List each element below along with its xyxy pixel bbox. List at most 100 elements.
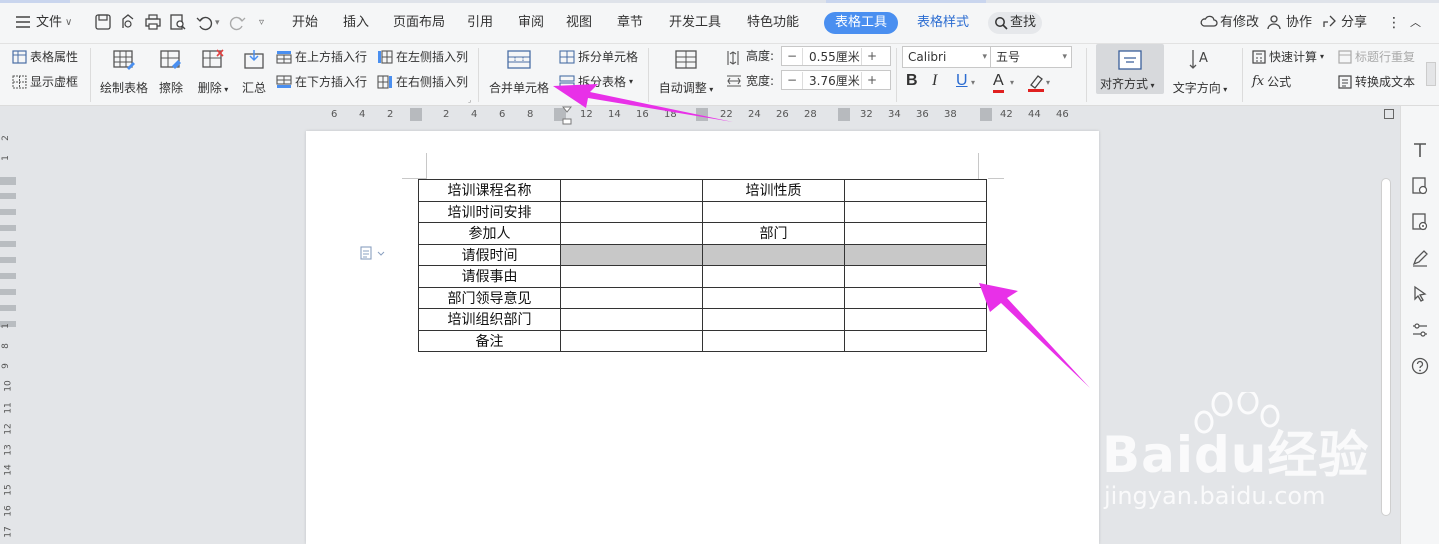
draw-table-button[interactable]: 绘制表格 xyxy=(99,48,149,96)
tab-chapter[interactable]: 章节 xyxy=(617,14,643,32)
table-cell[interactable] xyxy=(560,222,703,245)
table-cell[interactable] xyxy=(560,265,703,288)
formula-button[interactable]: fx 公式 xyxy=(1252,74,1291,90)
increase-width-button[interactable]: + xyxy=(862,73,882,87)
column-width-stepper[interactable]: − 3.76厘米 + xyxy=(781,70,891,90)
alignment-button[interactable]: 对齐方式 ▾ xyxy=(1096,44,1164,94)
text-direction-button[interactable]: A 文字方向 ▾ xyxy=(1170,48,1230,96)
tab-table-tools[interactable]: 表格工具 xyxy=(824,12,898,34)
tab-review[interactable]: 审阅 xyxy=(518,14,544,32)
tab-insert[interactable]: 插入 xyxy=(343,14,369,32)
table-cell[interactable]: 培训时间安排 xyxy=(418,200,561,223)
indent-marker[interactable] xyxy=(561,106,573,125)
insert-row-below-button[interactable]: 在下方插入行 xyxy=(276,74,367,90)
bold-button[interactable]: B xyxy=(906,73,918,89)
table-cell[interactable] xyxy=(702,308,845,331)
ruler-toggle-icon[interactable] xyxy=(1384,109,1394,119)
table-cell[interactable] xyxy=(844,308,987,331)
insert-row-above-button[interactable]: 在上方插入行 xyxy=(276,49,367,65)
chevron-down-icon[interactable]: ▾ xyxy=(971,75,975,91)
adjust-sliders-icon[interactable] xyxy=(1410,320,1430,340)
table-cell[interactable] xyxy=(844,265,987,288)
row-height-stepper[interactable]: − 0.55厘米 + xyxy=(781,46,891,66)
leave-form-table[interactable]: 培训课程名称 培训性质 培训时间安排 参加人 部门 请假时间 请假事由 部门领导意见 培训组织部… xyxy=(418,179,987,352)
quick-calc-button[interactable]: 快速计算 ▾ xyxy=(1252,49,1324,65)
ruler-marker[interactable] xyxy=(410,108,422,121)
print-preview-icon[interactable] xyxy=(169,13,187,31)
undo-icon[interactable] xyxy=(195,13,213,31)
table-cell[interactable] xyxy=(844,222,987,245)
font-name-select[interactable]: Calibri ▾ xyxy=(902,46,992,68)
search-button[interactable]: 查找 xyxy=(988,12,1042,34)
tab-special[interactable]: 特色功能 xyxy=(747,14,799,32)
ruler-marker[interactable] xyxy=(696,108,708,121)
delete-button[interactable]: 删除 ▾ xyxy=(195,48,231,96)
table-cell[interactable] xyxy=(844,243,987,266)
horizontal-ruler[interactable]: 6 4 2 2 4 6 8 12 14 16 18 22 24 26 28 32… xyxy=(0,106,1439,125)
table-cell[interactable] xyxy=(560,329,703,352)
table-cell[interactable] xyxy=(844,286,987,309)
highlight-icon[interactable] xyxy=(1027,73,1045,93)
tab-page-layout[interactable]: 页面布局 xyxy=(393,14,445,32)
help-icon[interactable] xyxy=(1410,356,1430,376)
share-button[interactable]: 分享 xyxy=(1341,14,1367,32)
document-settings-icon[interactable] xyxy=(1410,212,1430,232)
erase-button[interactable]: 擦除 xyxy=(157,48,185,96)
table-cell[interactable]: 请假时间 xyxy=(418,243,561,266)
select-cursor-icon[interactable] xyxy=(1410,284,1430,304)
table-cell[interactable]: 部门 xyxy=(702,222,845,245)
table-cell[interactable]: 培训组织部门 xyxy=(418,308,561,331)
export-icon[interactable] xyxy=(119,13,137,31)
redo-icon[interactable] xyxy=(229,13,247,31)
decrease-height-button[interactable]: − xyxy=(782,49,802,63)
table-cell[interactable] xyxy=(702,286,845,309)
convert-to-text-button[interactable]: 转换成文本 xyxy=(1338,74,1415,90)
tab-reference[interactable]: 引用 xyxy=(467,14,493,32)
table-properties-button[interactable]: 表格属性 xyxy=(12,49,78,65)
summary-button[interactable]: 汇总 xyxy=(240,48,268,96)
table-cell[interactable] xyxy=(560,286,703,309)
column-width-value[interactable]: 3.76厘米 xyxy=(802,71,862,89)
table-cell[interactable] xyxy=(560,243,703,266)
collab-button[interactable]: 协作 xyxy=(1286,14,1312,32)
table-cell[interactable] xyxy=(702,329,845,352)
table-cell[interactable] xyxy=(702,243,845,266)
underline-button[interactable]: U xyxy=(956,73,968,89)
table-cell[interactable] xyxy=(560,200,703,223)
undo-dropdown-icon[interactable]: ▾ xyxy=(215,14,220,32)
paragraph-layout-icon[interactable] xyxy=(360,246,386,260)
table-cell[interactable] xyxy=(702,265,845,288)
insert-column-left-button[interactable]: 在左侧插入列 xyxy=(377,49,468,65)
pen-icon[interactable] xyxy=(1410,248,1430,268)
table-cell[interactable]: 备注 xyxy=(418,329,561,352)
hamburger-menu-icon[interactable] xyxy=(14,13,32,31)
text-style-icon[interactable] xyxy=(1410,140,1430,160)
table-cell[interactable] xyxy=(560,179,703,202)
ruler-marker[interactable] xyxy=(838,108,850,121)
insert-column-right-button[interactable]: 在右侧插入列 xyxy=(377,74,468,90)
tab-view[interactable]: 视图 xyxy=(566,14,592,32)
tab-start[interactable]: 开始 xyxy=(292,14,318,32)
italic-button[interactable]: I xyxy=(932,73,937,89)
save-icon[interactable] xyxy=(94,13,112,31)
repeat-header-button[interactable]: 标题行重复 xyxy=(1338,49,1415,65)
table-cell[interactable]: 培训课程名称 xyxy=(418,179,561,202)
collapse-ribbon-icon[interactable]: ︿ xyxy=(1410,14,1421,32)
font-color-button[interactable]: A xyxy=(993,73,1004,93)
table-cell[interactable]: 部门领导意见 xyxy=(418,286,561,309)
chevron-down-icon[interactable]: ▾ xyxy=(1046,75,1050,91)
table-cell[interactable]: 参加人 xyxy=(418,222,561,245)
table-cell[interactable]: 培训性质 xyxy=(702,179,845,202)
table-cell[interactable] xyxy=(560,308,703,331)
merge-cells-button[interactable]: 合并单元格 xyxy=(487,48,551,96)
tab-developer[interactable]: 开发工具 xyxy=(669,14,721,32)
row-height-value[interactable]: 0.55厘米 xyxy=(802,47,862,65)
more-options-icon[interactable]: ⋮ xyxy=(1387,14,1401,32)
print-icon[interactable] xyxy=(144,13,162,31)
split-table-button[interactable]: 拆分表格 ▾ xyxy=(559,74,633,90)
ribbon-scroll-handle[interactable] xyxy=(1426,62,1436,86)
chevron-down-icon[interactable]: ∨ xyxy=(65,14,72,32)
ruler-marker[interactable] xyxy=(980,108,992,121)
customize-toolbar-icon[interactable]: ▿ xyxy=(259,14,264,32)
table-cell[interactable] xyxy=(844,179,987,202)
